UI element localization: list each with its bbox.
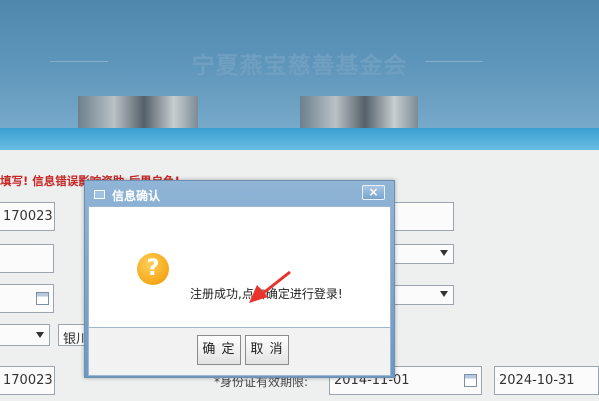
confirm-dialog: 信息确认 × ? 注册成功,点击确定进行登录! 确 定 取 消	[84, 180, 395, 378]
close-button[interactable]: ×	[362, 185, 385, 200]
id-number-field-2[interactable]: 170023	[0, 366, 55, 395]
title-rule-right	[425, 61, 483, 62]
calendar-icon[interactable]	[464, 374, 477, 387]
text-field-2[interactable]	[0, 244, 54, 273]
dialog-footer: 确 定 取 消	[88, 328, 391, 376]
right-select-1[interactable]	[388, 244, 454, 264]
cancel-button[interactable]: 取 消	[245, 335, 289, 365]
calendar-icon[interactable]	[36, 292, 49, 305]
valid-to-value: 2024-10-31	[499, 373, 575, 388]
valid-to-field[interactable]: 2024-10-31	[494, 366, 599, 395]
chevron-down-icon	[440, 291, 448, 297]
chevron-down-icon	[440, 250, 448, 256]
right-text-field[interactable]	[388, 202, 454, 231]
chevron-down-icon	[36, 332, 44, 338]
id-number-value-2: 170023	[3, 373, 53, 388]
dialog-body: ? 注册成功,点击确定进行登录!	[88, 206, 391, 328]
dialog-header: 信息确认 ×	[88, 184, 391, 206]
header-banner: 宁夏燕宝慈善基金会	[0, 0, 599, 150]
question-icon: ?	[137, 253, 169, 285]
province-select[interactable]	[0, 324, 50, 346]
window-icon	[94, 190, 105, 199]
banner-bottom-band	[0, 128, 599, 150]
id-number-value: 170023	[3, 209, 53, 224]
date-field-left[interactable]	[0, 284, 54, 313]
site-title: 宁夏燕宝慈善基金会	[191, 53, 408, 79]
id-number-field[interactable]: 170023	[0, 202, 55, 231]
ok-button[interactable]: 确 定	[197, 335, 241, 365]
right-select-2[interactable]	[388, 285, 454, 305]
dialog-message: 注册成功,点击确定进行登录!	[190, 287, 343, 301]
dialog-title: 信息确认	[112, 189, 161, 203]
